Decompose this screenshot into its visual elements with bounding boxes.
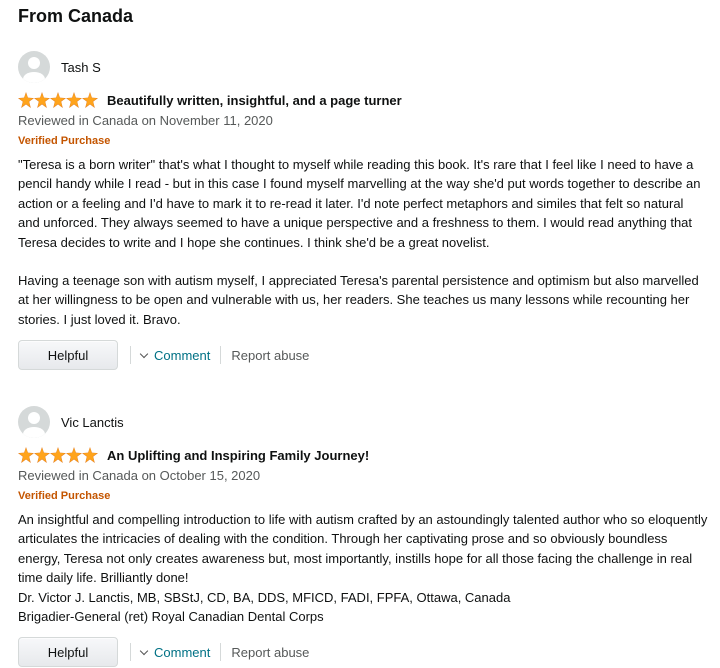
avatar <box>18 406 50 438</box>
review-actions: Helpful Comment Report abuse <box>18 636 708 668</box>
review-line: Dr. Victor J. Lanctis, MB, SBStJ, CD, BA… <box>18 589 511 605</box>
review-body: An insightful and compelling introductio… <box>18 510 708 626</box>
helpful-button[interactable]: Helpful <box>18 637 118 668</box>
review-actions: Helpful Comment Report abuse <box>18 339 708 371</box>
avatar-head-icon <box>28 412 40 424</box>
avatar-head-icon <box>28 57 40 69</box>
review-item: Tash S Beautifully written, insightful, … <box>18 50 708 371</box>
verified-purchase-badge: Verified Purchase <box>18 135 111 147</box>
star-icon <box>66 92 82 108</box>
divider <box>130 643 131 662</box>
chevron-down-icon <box>139 349 149 358</box>
avatar <box>18 51 50 83</box>
star-icon <box>66 447 82 463</box>
verified-purchase-badge: Verified Purchase <box>18 490 111 502</box>
review-date: Reviewed in Canada on October 15, 2020 <box>18 468 261 483</box>
star-icon <box>82 92 98 108</box>
report-abuse-link[interactable]: Report abuse <box>231 348 309 363</box>
star-icon <box>18 447 34 463</box>
section-title: From Canada <box>18 6 134 26</box>
divider <box>130 346 131 365</box>
chevron-down-icon <box>139 646 149 656</box>
reviewer-name: Vic Lanctis <box>61 414 124 430</box>
review-title[interactable]: An Uplifting and Inspiring Family Journe… <box>107 448 369 463</box>
review-line: Brigadier-General (ret) Royal Canadian D… <box>18 609 324 625</box>
reviewer-name: Tash S <box>61 59 101 75</box>
star-icon <box>34 92 50 108</box>
comment-link[interactable]: Comment <box>139 644 211 660</box>
comment-link[interactable]: Comment <box>139 347 211 363</box>
avatar-shoulders-icon <box>23 72 45 83</box>
review-paragraph: "Teresa is a born writer" that's what I … <box>18 157 701 250</box>
review-line: An insightful and compelling introductio… <box>18 512 708 586</box>
divider <box>220 643 222 662</box>
star-icon <box>50 447 66 463</box>
star-icon <box>50 92 66 108</box>
star-rating[interactable] <box>18 447 98 463</box>
star-icon <box>82 447 98 463</box>
star-icon <box>18 92 34 108</box>
divider <box>220 346 222 365</box>
helpful-button[interactable]: Helpful <box>18 340 118 371</box>
avatar-shoulders-icon <box>23 427 45 438</box>
report-abuse-link[interactable]: Report abuse <box>231 645 309 660</box>
star-rating[interactable] <box>18 92 98 108</box>
comment-label: Comment <box>154 644 211 660</box>
review-item: Vic Lanctis An Uplifting and Inspiring F… <box>18 405 708 668</box>
star-icon <box>34 447 50 463</box>
review-title[interactable]: Beautifully written, insightful, and a p… <box>107 93 402 108</box>
review-paragraph: Having a teenage son with autism myself,… <box>18 273 699 327</box>
review-date: Reviewed in Canada on November 11, 2020 <box>18 113 273 128</box>
review-body: "Teresa is a born writer" that's what I … <box>18 155 708 329</box>
reviewer-profile[interactable]: Vic Lanctis <box>18 405 708 439</box>
comment-label: Comment <box>154 347 211 363</box>
reviewer-profile[interactable]: Tash S <box>18 50 708 84</box>
